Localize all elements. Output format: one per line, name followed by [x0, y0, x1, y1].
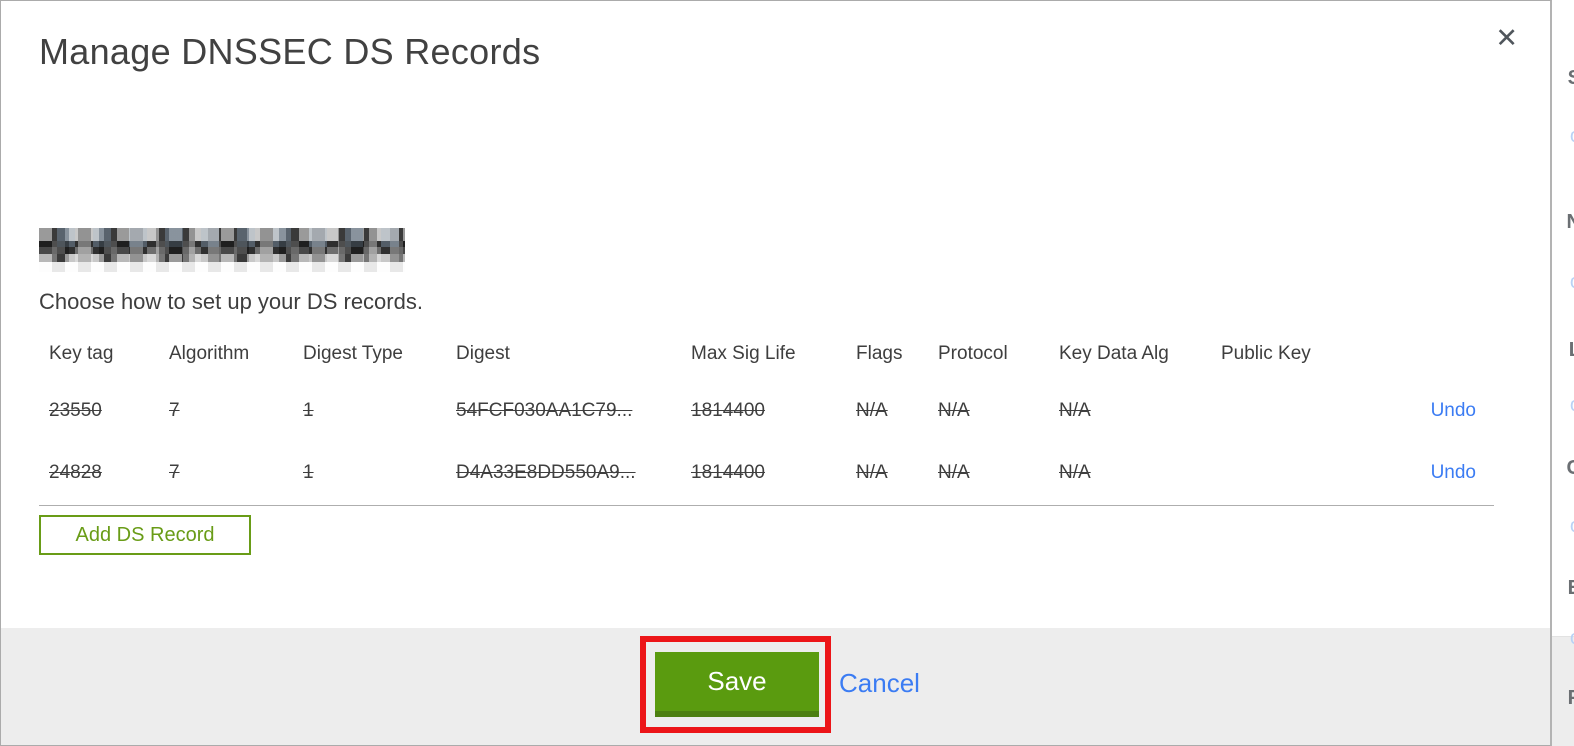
cell-key-tag: 23550 [49, 399, 102, 421]
column-header: Digest Type [303, 343, 403, 364]
background-text-fragment: P [1568, 688, 1574, 708]
column-header: Digest [456, 343, 510, 364]
modal-footer: Save Cancel [1, 628, 1550, 745]
background-text-fragment: o [1570, 628, 1574, 648]
table-header-row: Key tag Algorithm Digest Type Digest Max Sig… [39, 333, 1494, 379]
undo-link[interactable]: Undo [1431, 400, 1476, 421]
manage-dnssec-modal: Manage DNSSEC DS Records ✕ Choose how to… [0, 0, 1552, 746]
column-header: Flags [856, 343, 903, 364]
background-text-fragment: o [1570, 395, 1574, 415]
table-body: 23550 7 1 54FCF030AA1C79... 1814400 N/A … [39, 379, 1494, 505]
modal-title: Manage DNSSEC DS Records [39, 31, 541, 72]
cell-flags: N/A [856, 462, 888, 484]
cell-protocol: N/A [938, 462, 970, 484]
instruction-text: Choose how to set up your DS records. [39, 289, 423, 314]
cell-max-sig-life: 1814400 [691, 462, 765, 484]
annotation-highlight-rectangle: Save [640, 636, 831, 733]
cell-digest-type: 1 [303, 462, 314, 484]
ds-records-table: Key tag Algorithm Digest Type Digest Max Sig… [39, 333, 1494, 506]
table-row: 24828 7 1 D4A33E8DD550A9... 1814400 N/A … [39, 442, 1494, 505]
cell-digest-type: 1 [303, 399, 314, 421]
screen: So No Lo Co Eo P Manage DNSSEC DS Records ✕ C… [0, 0, 1574, 746]
background-text-fragment: E [1568, 578, 1574, 598]
background-text-fragment: S [1568, 68, 1574, 88]
column-header: Protocol [938, 343, 1008, 364]
background-text-fragment: o [1570, 516, 1574, 536]
column-header: Algorithm [169, 343, 250, 364]
cell-algorithm: 7 [169, 462, 180, 484]
column-header: Key tag [49, 343, 114, 364]
column-header: Max Sig Life [691, 343, 796, 364]
column-header: Public Key [1221, 343, 1311, 364]
cell-algorithm: 7 [169, 399, 180, 421]
column-header-empty [1348, 333, 1494, 379]
background-page-sliver: So No Lo Co Eo P [1552, 0, 1574, 746]
table-row: 23550 7 1 54FCF030AA1C79... 1814400 N/A … [39, 379, 1494, 442]
column-header: Key Data Alg [1059, 343, 1169, 364]
background-text-fragment: o [1570, 272, 1574, 292]
cancel-link[interactable]: Cancel [839, 668, 920, 699]
add-ds-record-button[interactable]: Add DS Record [39, 515, 251, 555]
cell-protocol: N/A [938, 399, 970, 421]
background-text-fragment: o [1570, 126, 1574, 146]
background-text-fragment: C [1566, 457, 1574, 479]
table-header: Key tag Algorithm Digest Type Digest Max Sig… [39, 333, 1494, 379]
background-text-fragment: L [1569, 340, 1574, 360]
background-text-fragment: N [1566, 211, 1574, 233]
cell-digest: D4A33E8DD550A9... [456, 462, 636, 484]
undo-link[interactable]: Undo [1431, 462, 1476, 483]
cell-max-sig-life: 1814400 [691, 399, 765, 421]
cell-flags: N/A [856, 399, 888, 421]
cell-key-data-alg: N/A [1059, 399, 1091, 421]
cell-digest: 54FCF030AA1C79... [456, 399, 633, 421]
save-button[interactable]: Save [655, 652, 819, 717]
redacted-domain-name [39, 228, 405, 272]
cell-key-tag: 24828 [49, 462, 102, 484]
close-icon[interactable]: ✕ [1495, 25, 1518, 52]
cell-key-data-alg: N/A [1059, 462, 1091, 484]
